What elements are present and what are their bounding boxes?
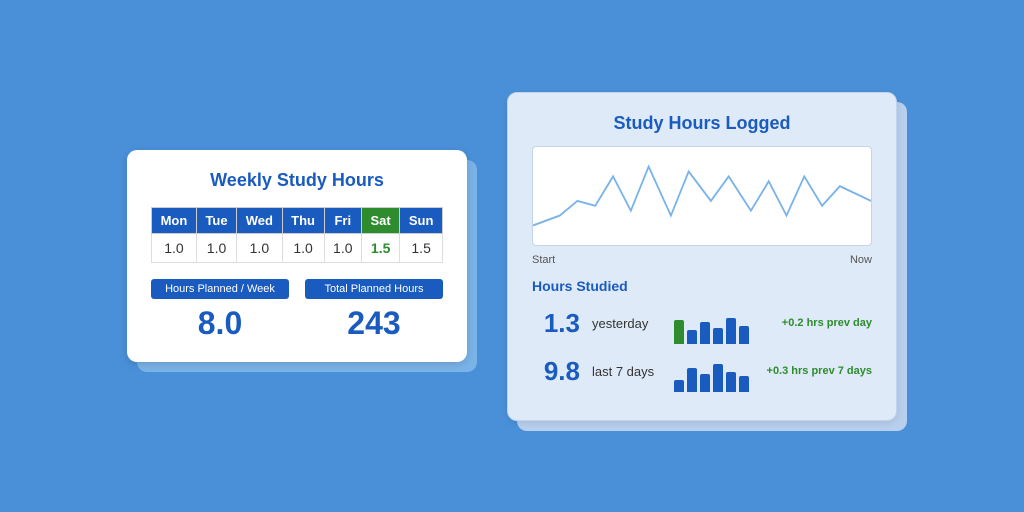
day-hours-mon: 1.0 <box>152 234 197 263</box>
bar-1-4 <box>726 372 736 392</box>
right-card: Study Hours Logged Start Now Hours Studi… <box>507 92 897 421</box>
hours-number-1: 9.8 <box>532 356 580 387</box>
bar-0-5 <box>739 326 749 344</box>
stat-value-total: 243 <box>305 305 443 342</box>
stat-label-total: Total Planned Hours <box>305 279 443 299</box>
bar-chart-mini-1 <box>674 352 755 392</box>
line-chart-area <box>532 146 872 246</box>
day-hours-sat: 1.5 <box>362 234 400 263</box>
bar-0-2 <box>700 322 710 344</box>
day-header-sun: Sun <box>400 208 443 234</box>
hours-row-1: 9.8 last 7 days +0.3 hrs prev 7 days <box>532 352 872 392</box>
day-hours-sun: 1.5 <box>400 234 443 263</box>
change-label-0: +0.2 hrs prev day <box>782 315 872 333</box>
day-header-tue: Tue <box>196 208 236 234</box>
hours-period-0: yesterday <box>592 316 662 331</box>
right-card-title: Study Hours Logged <box>532 113 872 134</box>
bar-1-5 <box>739 376 749 392</box>
days-header-row: MonTueWedThuFriSatSun <box>152 208 443 234</box>
day-header-sat: Sat <box>362 208 400 234</box>
day-hours-fri: 1.0 <box>324 234 361 263</box>
stat-label-weekly: Hours Planned / Week <box>151 279 289 299</box>
stat-box-weekly: Hours Planned / Week 8.0 <box>151 279 289 342</box>
hours-row-0: 1.3 yesterday +0.2 hrs prev day <box>532 304 872 344</box>
day-header-thu: Thu <box>282 208 324 234</box>
day-hours-thu: 1.0 <box>282 234 324 263</box>
bar-1-1 <box>687 368 697 392</box>
day-header-wed: Wed <box>237 208 282 234</box>
day-hours-tue: 1.0 <box>196 234 236 263</box>
weekly-table: MonTueWedThuFriSatSun 1.01.01.01.01.01.5… <box>151 207 443 263</box>
day-header-fri: Fri <box>324 208 361 234</box>
day-header-mon: Mon <box>152 208 197 234</box>
hours-period-1: last 7 days <box>592 364 662 379</box>
line-chart-svg <box>533 147 871 245</box>
cards-container: Weekly Study Hours MonTueWedThuFriSatSun… <box>107 72 917 441</box>
stat-box-total: Total Planned Hours 243 <box>305 279 443 342</box>
hours-studied-label: Hours Studied <box>532 278 872 294</box>
hours-number-0: 1.3 <box>532 308 580 339</box>
bar-chart-mini-0 <box>674 304 770 344</box>
hours-rows-container: 1.3 yesterday +0.2 hrs prev day 9.8 last 7 d… <box>532 304 872 392</box>
bar-1-0 <box>674 380 684 392</box>
bar-1-2 <box>700 374 710 392</box>
stat-value-weekly: 8.0 <box>151 305 289 342</box>
bar-1-3 <box>713 364 723 392</box>
stats-row: Hours Planned / Week 8.0 Total Planned H… <box>151 279 443 342</box>
chart-label-end: Now <box>850 254 872 266</box>
chart-label-start: Start <box>532 254 555 266</box>
bar-0-3 <box>713 328 723 344</box>
bar-0-1 <box>687 330 697 344</box>
bar-0-4 <box>726 318 736 344</box>
right-card-wrapper: Study Hours Logged Start Now Hours Studi… <box>507 92 897 421</box>
change-label-1: +0.3 hrs prev 7 days <box>767 363 872 381</box>
hours-data-row: 1.01.01.01.01.01.51.5 <box>152 234 443 263</box>
left-card-wrapper: Weekly Study Hours MonTueWedThuFriSatSun… <box>127 150 467 362</box>
bar-0-0 <box>674 320 684 344</box>
day-hours-wed: 1.0 <box>237 234 282 263</box>
left-card: Weekly Study Hours MonTueWedThuFriSatSun… <box>127 150 467 362</box>
left-card-title: Weekly Study Hours <box>151 170 443 191</box>
chart-labels: Start Now <box>532 254 872 266</box>
